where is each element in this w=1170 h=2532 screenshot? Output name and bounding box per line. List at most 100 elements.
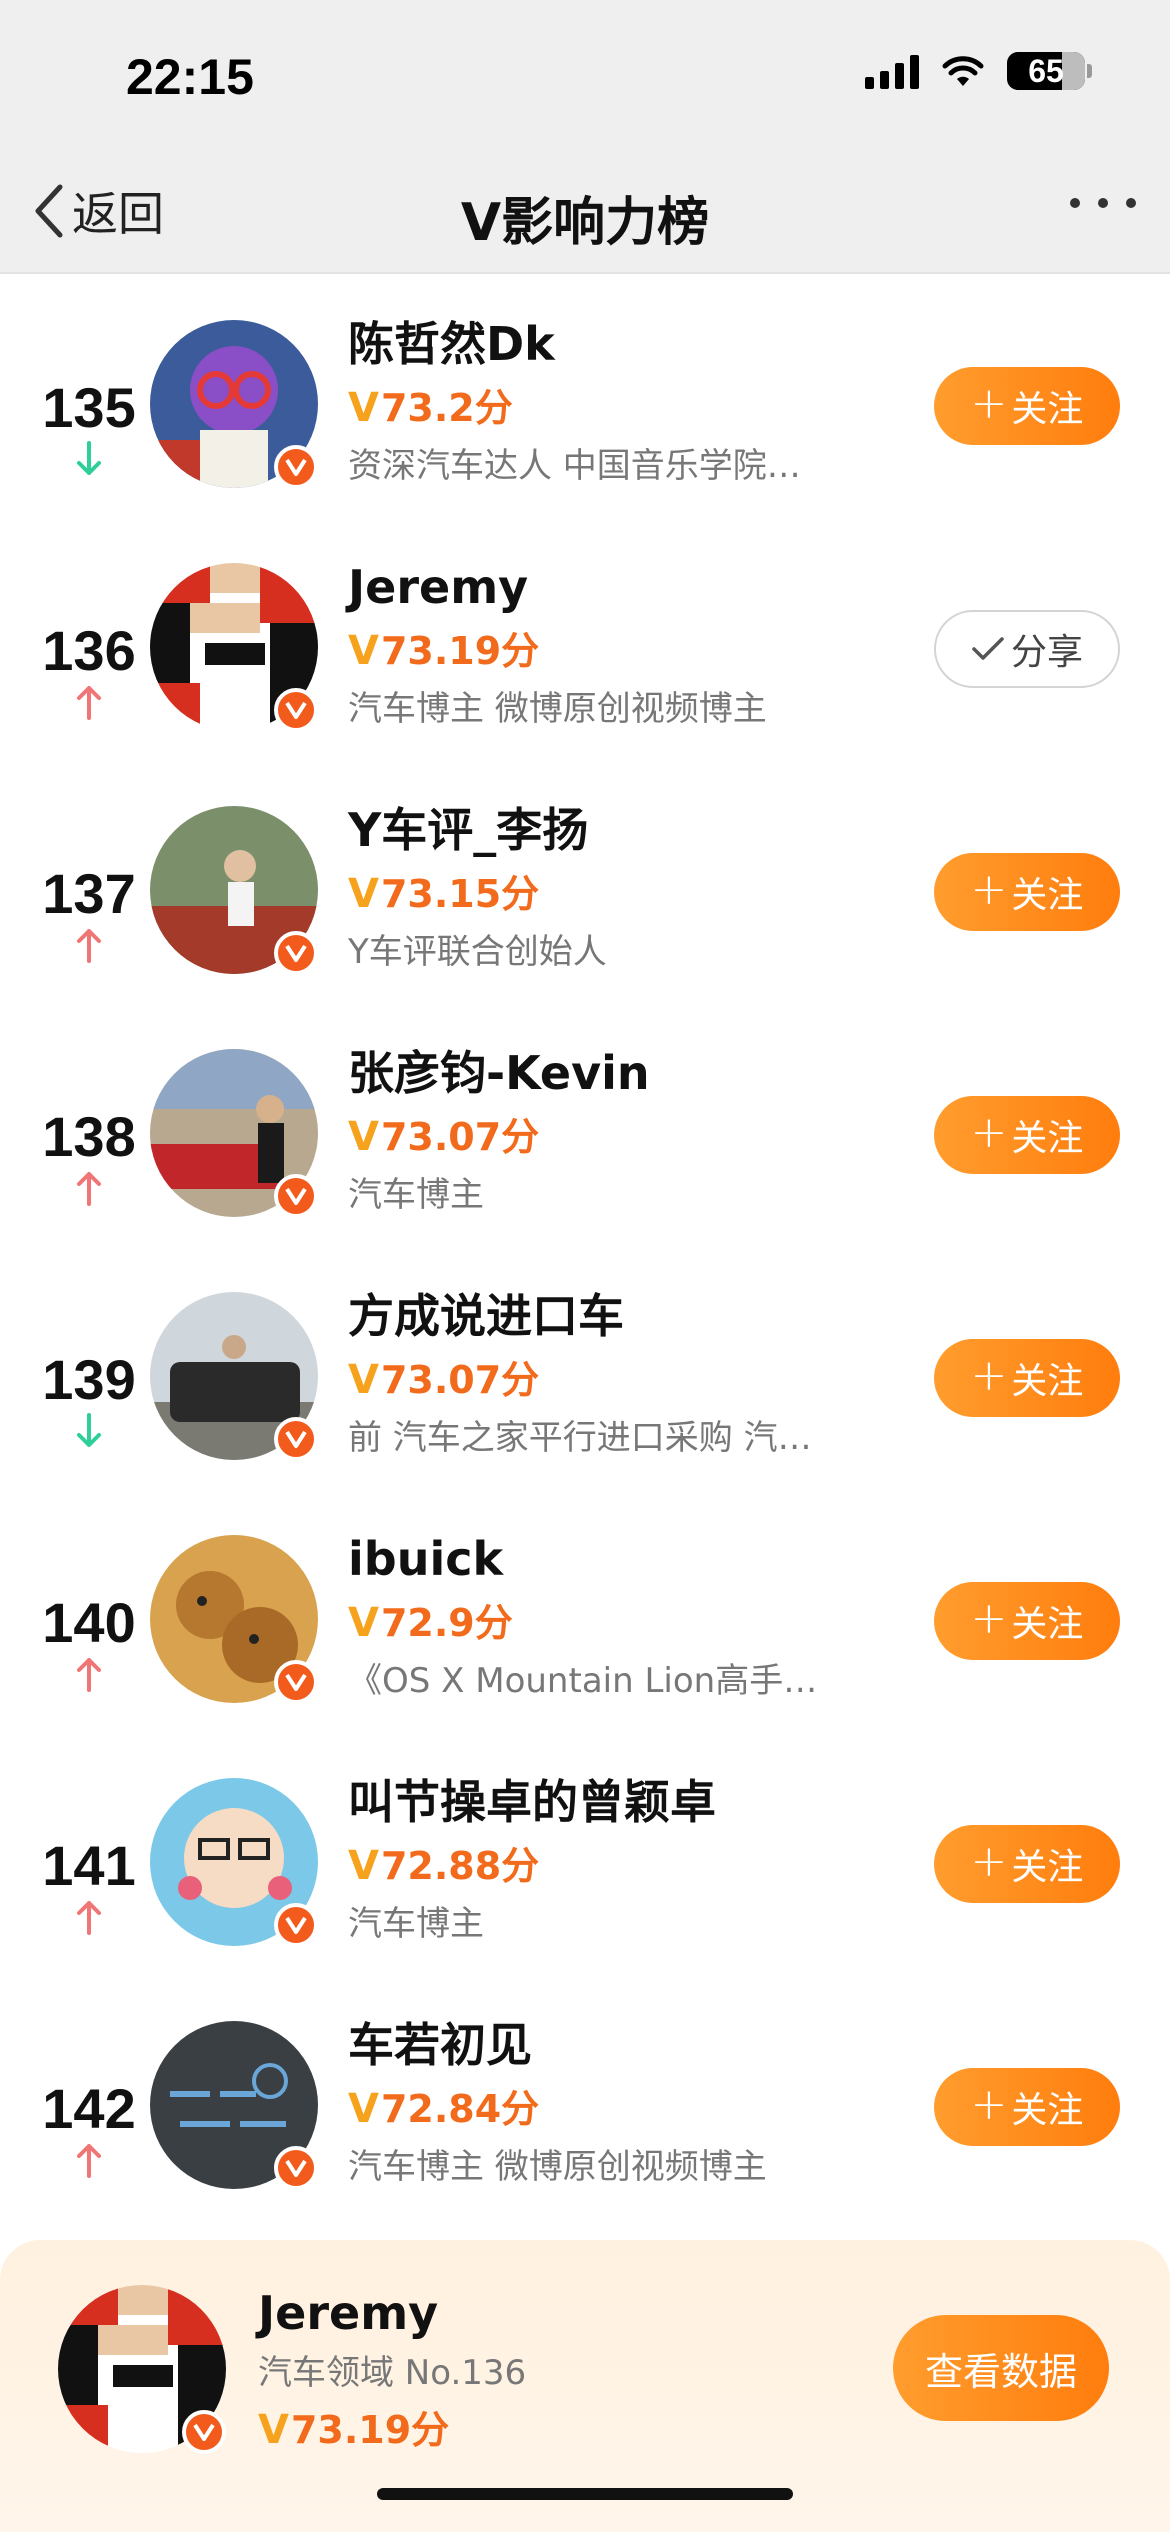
follow-label: 关注 [1011,389,1084,430]
user-name[interactable]: 车若初见 [348,2016,868,2074]
rank-number: 141 [42,1834,136,1897]
follow-label: 关注 [1011,1118,1084,1159]
trend-down-arrow-icon [77,441,101,475]
ranking-row[interactable]: 140 ibuick V 72.9分 《OS X Mountain Lion高手进… + 关… [0,1490,1170,1733]
plus-icon: + [970,1107,1008,1158]
user-info: Jeremy V 73.19分汽车博主 微博原创视频博主 [348,558,868,732]
trend-up-arrow-icon [77,686,101,720]
v-score-icon: V [348,1600,379,1646]
ranking-row[interactable]: 139 方成说进口车 V 73.07分前 汽车之家平行进口采购 汽… + 关注 [0,1247,1170,1490]
ranking-row[interactable]: 135 陈哲然Dk V 73.2分 资深汽车达人 中国音乐学院… + 关注 [0,275,1170,518]
ranking-row[interactable]: 142 车若初见 V 72.84分汽车博主 微博原创视频博主 + 关注 [0,1976,1170,2219]
influence-score-value: 73.2分 [380,386,513,430]
rank-number: 135 [42,376,136,439]
share-label: 分享 [1010,632,1083,673]
follow-button[interactable]: + 关注 [934,853,1120,931]
view-data-button[interactable]: 查看数据 [893,2315,1109,2421]
user-description: 汽车博主 微博原创视频博主 [348,2147,767,2187]
verified-badge-icon [274,688,318,732]
ranking-row[interactable]: 136 Jeremy V 73.19分 汽车博主 微博原创视频博主 分享 [0,518,1170,761]
plus-icon: + [970,864,1008,915]
user-name[interactable]: 张彦钧-Kevin [348,1044,868,1102]
wifi-icon [942,56,984,86]
user-description: 《OS X Mountain Lion高手进… [348,1661,848,1701]
ranking-list: 135 陈哲然Dk V 73.2分 资深汽车达人 中国音乐学院… + 关注 136 Jeremy… [0,275,1170,2219]
user-description: 前 汽车之家平行进口采购 汽… [348,1418,812,1458]
follow-button[interactable]: + 关注 [934,2068,1120,2146]
influence-score: V 72.88分 [348,1841,868,1891]
v-score-icon: V [348,628,379,674]
user-name[interactable]: 陈哲然Dk [348,315,868,373]
more-dot-icon [1070,198,1080,208]
verified-badge-icon [182,2410,226,2454]
status-bar: 22:15 65 [0,0,1170,150]
influence-score: V 72.9分 [348,1598,868,1648]
user-name[interactable]: 方成说进口车 [348,1287,868,1345]
more-options-button[interactable] [1070,198,1136,208]
home-indicator [377,2488,793,2500]
verified-badge-icon [274,1660,318,1704]
rank-number: 138 [42,1105,136,1168]
follow-button[interactable]: + 关注 [934,1339,1120,1417]
trend-down-arrow-icon [77,1413,101,1447]
trend-up-arrow-icon [77,929,101,963]
follow-label: 关注 [1011,1604,1084,1645]
share-button[interactable]: 分享 [934,610,1120,688]
user-info: 陈哲然Dk V 73.2分 资深汽车达人 中国音乐学院… [348,315,868,489]
follow-label: 关注 [1011,1361,1084,1402]
follow-label: 关注 [1011,875,1084,916]
influence-score: V 73.07分 [348,1355,868,1405]
verified-badge-icon [274,1174,318,1218]
signal-icon [865,53,919,89]
v-score-icon: V [348,1357,379,1403]
ranking-row[interactable]: 137 Y车评_李扬 V 73.15分 Y车评联合创始人 + 关注 [0,761,1170,1004]
rank-number: 142 [42,2077,136,2140]
my-score: V 73.19分 [258,2404,526,2456]
plus-icon: + [970,378,1008,429]
rank-number: 139 [42,1348,136,1411]
v-score-icon: V [348,871,379,917]
influence-score-value: 72.84分 [380,2087,540,2131]
influence-score-value: 72.88分 [380,1844,540,1888]
user-info: ibuick V 72.9分《OS X Mountain Lion高手进… [348,1530,868,1704]
v-score-icon: V [348,1843,379,1889]
user-info: 车若初见 V 72.84分汽车博主 微博原创视频博主 [348,2016,868,2190]
plus-icon: + [970,1350,1008,1401]
influence-score: V 72.84分 [348,2084,868,2134]
battery-icon: 65 [1007,52,1092,90]
verified-badge-icon [274,2146,318,2190]
influence-score: V 73.19分 [348,626,868,676]
follow-button[interactable]: + 关注 [934,1096,1120,1174]
follow-button[interactable]: + 关注 [934,1582,1120,1660]
my-info: Jeremy 汽车领域 No.136 V 73.19分 [258,2284,526,2456]
user-description: 汽车博主 [348,1175,484,1215]
influence-score-value: 73.07分 [380,1358,540,1402]
verified-badge-icon [274,931,318,975]
my-name: Jeremy [258,2286,439,2340]
ranking-row[interactable]: 138 张彦钧-Kevin V 73.07分汽车博主 + 关注 [0,1004,1170,1247]
user-name[interactable]: Jeremy [348,558,868,616]
battery-level: 65 [1028,52,1064,89]
influence-score: V 73.07分 [348,1112,868,1162]
influence-score: V 73.2分 [348,383,868,433]
status-icons: 65 [865,52,1092,90]
ranking-row[interactable]: 141 叫节操卓的曾颖卓 V 72.88分 汽车博主 + 关注 [0,1733,1170,1976]
user-name[interactable]: ibuick [348,1530,868,1588]
trend-up-arrow-icon [77,2144,101,2178]
influence-score: V 73.15分 [348,869,868,919]
rank-number: 137 [42,862,136,925]
trend-up-arrow-icon [77,1172,101,1206]
influence-score-value: 72.9分 [380,1601,513,1645]
user-info: Y车评_李扬 V 73.15分 Y车评联合创始人 [348,801,868,975]
user-name[interactable]: 叫节操卓的曾颖卓 [348,1773,868,1831]
follow-label: 关注 [1011,2090,1084,2131]
follow-button[interactable]: + 关注 [934,367,1120,445]
v-score-icon: V [348,1114,379,1160]
user-name[interactable]: Y车评_李扬 [348,801,868,859]
user-info: 张彦钧-Kevin V 73.07分汽车博主 [348,1044,868,1218]
user-description: 汽车博主 微博原创视频博主 [348,689,767,729]
influence-score-value: 73.15分 [380,872,540,916]
user-description: Y车评联合创始人 [348,932,607,972]
my-score-value: 73.19分 [290,2408,450,2452]
follow-button[interactable]: + 关注 [934,1825,1120,1903]
